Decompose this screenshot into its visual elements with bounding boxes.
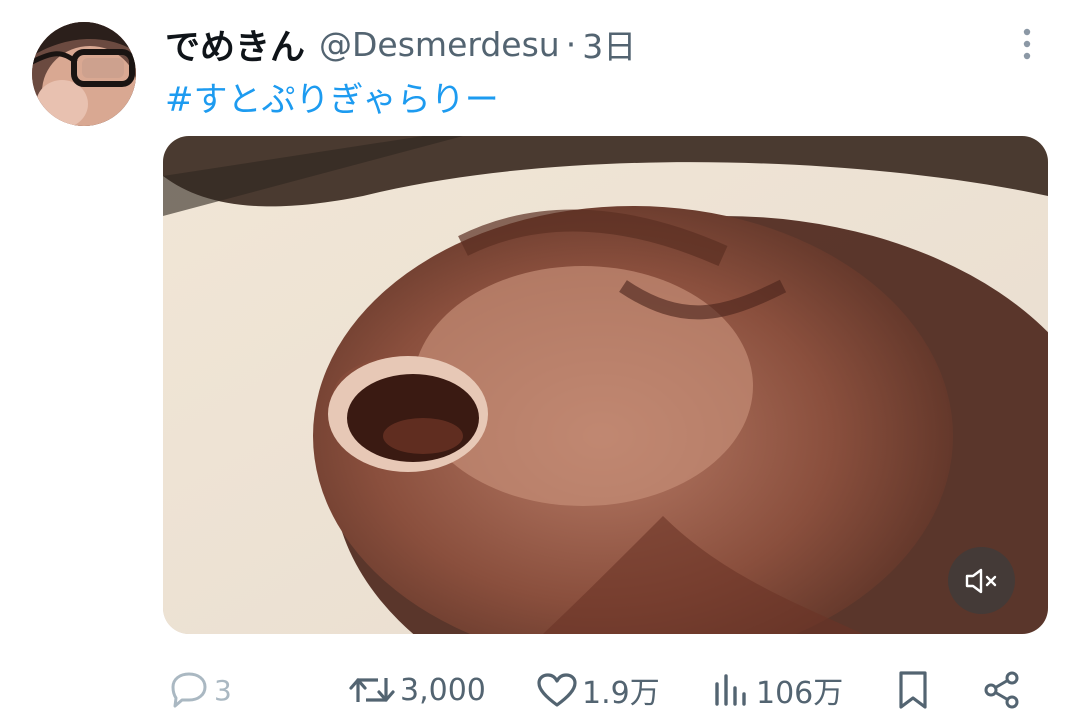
like-button[interactable]: 1.9万: [536, 660, 660, 720]
bar-chart-icon: [715, 674, 746, 706]
more-options-button[interactable]: [1010, 24, 1044, 64]
more-vertical-icon: [1023, 28, 1031, 60]
retweet-count: 3,000: [400, 672, 486, 708]
views-button[interactable]: 106万: [712, 660, 843, 720]
mute-button[interactable]: [948, 547, 1015, 614]
tweet-video[interactable]: [163, 136, 1048, 634]
tweet-header: でめきん @Desmerdesu · 3日: [165, 18, 636, 70]
tweet-actions: 3 3,000 1.9万 106万: [0, 660, 1080, 720]
avatar-image: [32, 22, 136, 126]
user-handle[interactable]: @Desmerdesu: [319, 25, 560, 64]
retweet-icon: [349, 678, 395, 702]
avatar[interactable]: [32, 22, 136, 126]
share-icon: [984, 671, 1019, 709]
separator-dot: ·: [565, 24, 577, 64]
retweet-button[interactable]: 3,000: [348, 660, 486, 720]
share-button[interactable]: [982, 660, 1022, 720]
timestamp[interactable]: 3日: [582, 20, 636, 68]
heart-icon: [537, 673, 577, 707]
volume-muted-icon: [965, 568, 996, 593]
bookmark-icon: [899, 671, 927, 709]
reply-button[interactable]: 3: [168, 660, 232, 720]
display-name[interactable]: でめきん: [165, 19, 305, 70]
like-count: 1.9万: [582, 676, 660, 711]
video-frame: [163, 136, 1048, 634]
hashtag-link[interactable]: #すとぷりぎゃらりー: [165, 72, 499, 121]
reply-count: 3: [214, 673, 232, 707]
view-count: 106万: [756, 676, 844, 711]
bookmark-button[interactable]: [895, 660, 931, 720]
comment-icon: [171, 672, 207, 708]
